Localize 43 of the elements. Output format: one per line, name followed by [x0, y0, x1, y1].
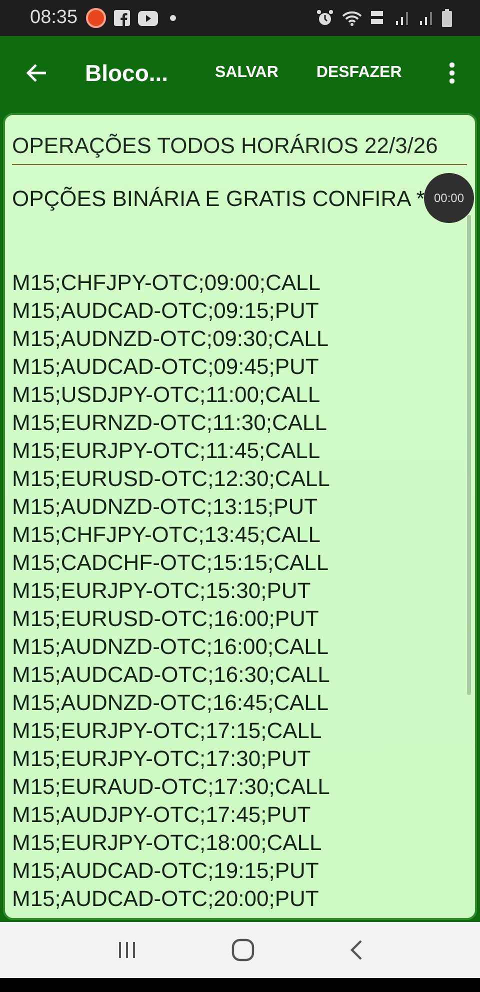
- note-line: M15;USDJPY-OTC;11:00;CALL: [12, 381, 320, 409]
- recent-apps-icon[interactable]: [117, 941, 137, 959]
- note-line: M15;AUDNZD-OTC;16:00;CALL: [12, 633, 329, 661]
- note-line: M15;AUDNZD-OTC;09:30;CALL: [12, 325, 329, 353]
- note-line: M15;AUDNZD-OTC;13:15;PUT: [12, 493, 318, 521]
- note-line: M15;EURUSD-OTC;12:30;CALL: [12, 465, 330, 493]
- home-icon[interactable]: [231, 938, 255, 962]
- note-line: M15;EURUSD-OTC;16:00;PUT: [12, 605, 319, 633]
- note-line: M15;AUDCAD-OTC;09:45;PUT: [12, 353, 319, 381]
- note-line: M15;CHFJPY-OTC;09:00;CALL: [12, 269, 321, 297]
- alarm-icon: [316, 9, 334, 27]
- note-title[interactable]: OPERAÇÕES TODOS HORÁRIOS 22/3/26: [12, 133, 467, 165]
- toolbar-action[interactable]: DESFAZER: [304, 56, 414, 90]
- note-line: M15;CHFJPY-OTC;13:45;CALL: [12, 521, 321, 549]
- note-line: M15;AUDCAD-OTC;16:30;CALL: [12, 661, 330, 689]
- note-line: M15;EURJPY-OTC;17:30;PUT: [12, 745, 311, 773]
- note-line: M15;EURJPY-OTC;15:30;PUT: [12, 577, 311, 605]
- battery-icon: [442, 9, 452, 27]
- note-line: M15;EURJPY-OTC;18:00;CALL: [12, 829, 322, 857]
- note-line: M15;EURJPY-OTC;17:15;CALL: [12, 717, 322, 745]
- note-line: M15;AUDNZD-OTC;16:45;CALL: [12, 689, 329, 717]
- more-options-icon[interactable]: [448, 61, 456, 85]
- wifi-icon: [342, 10, 362, 26]
- note-line: M15;AUDCAD-OTC;09:15;PUT: [12, 297, 319, 325]
- note-line: M15;EURJPY-OTC;11:45;CALL: [12, 437, 320, 465]
- status-time: 08:35: [30, 7, 78, 29]
- note-line: OPÇÕES BINÁRIA E GRATIS CONFIRA *: [12, 185, 425, 213]
- back-icon[interactable]: [349, 939, 363, 961]
- note-line: M15;EURNZD-OTC;11:30;CALL: [12, 409, 328, 437]
- timer-bubble[interactable]: 00:00: [424, 173, 474, 223]
- facebook-icon: [114, 10, 130, 26]
- signal-icon: [394, 10, 410, 26]
- app-title: Bloco...: [85, 60, 170, 86]
- video-icon: [138, 10, 158, 26]
- toolbar-action[interactable]: SALVAR: [203, 56, 290, 90]
- notification-dot-icon: [170, 15, 176, 21]
- note-line: M15;AUDCAD-OTC;19:15;PUT: [12, 857, 319, 885]
- record-icon: [86, 8, 106, 28]
- note-line: M15;CADCHF-OTC;15:15;CALL: [12, 549, 329, 577]
- note-line: M15;AUDJPY-OTC;17:45;PUT: [12, 801, 311, 829]
- signal-icon: [418, 10, 434, 26]
- note-line: M15;AUDCAD-OTC;20:00;PUT: [12, 885, 319, 913]
- note-line: M15;EURAUD-OTC;17:30;CALL: [12, 773, 330, 801]
